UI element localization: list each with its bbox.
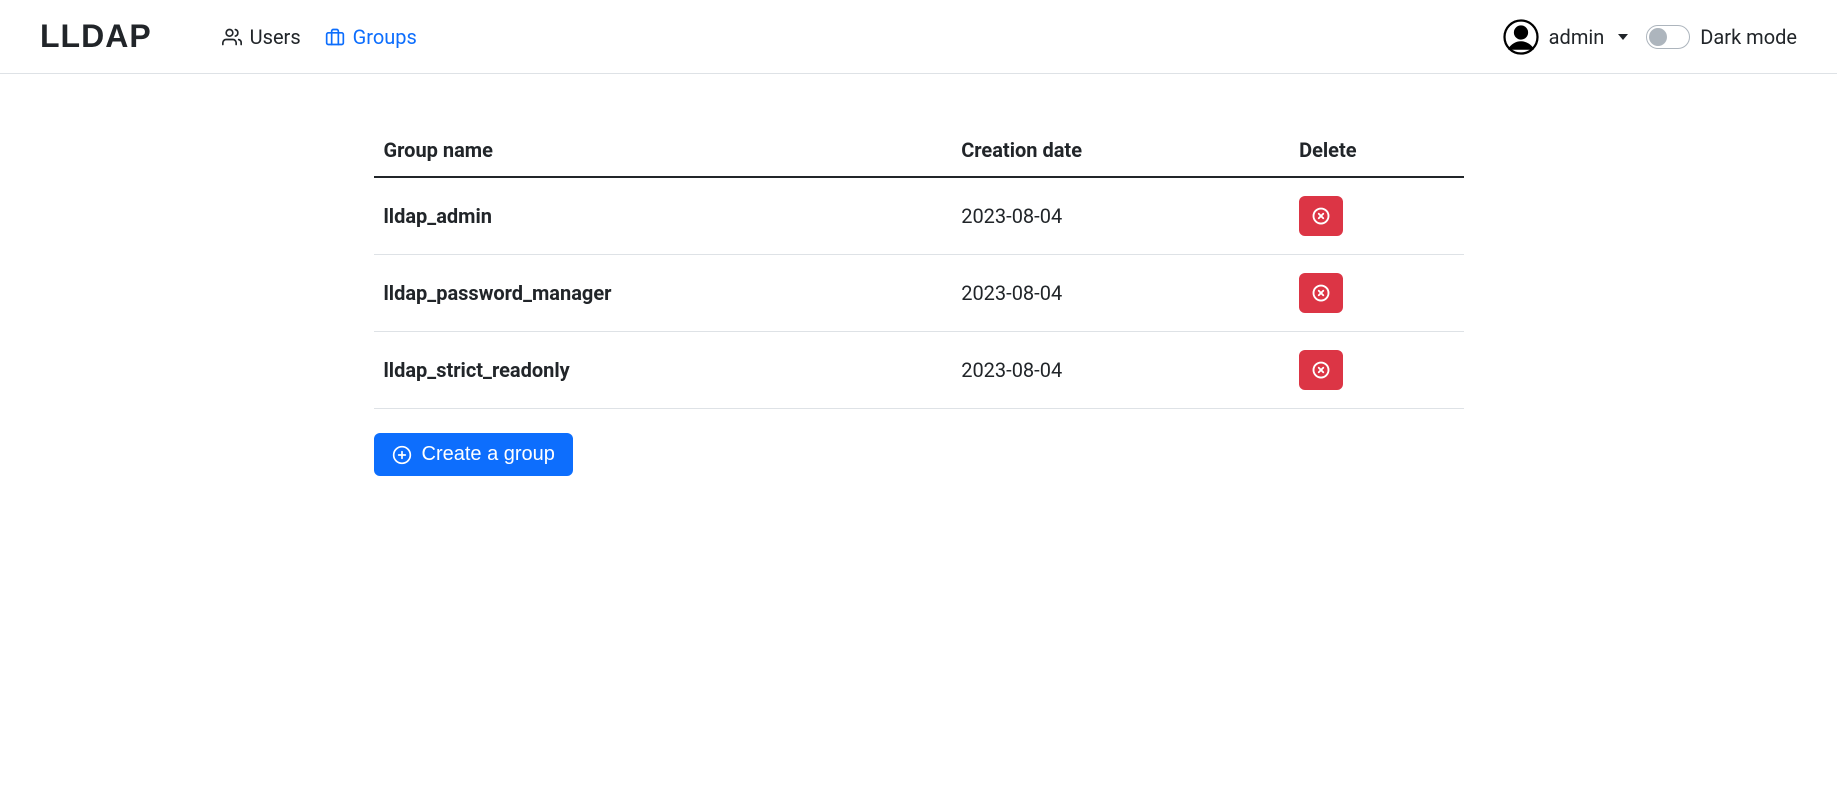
navbar-right: admin Dark mode — [1503, 19, 1797, 55]
col-header-name: Group name — [374, 124, 952, 177]
create-group-button[interactable]: Create a group — [374, 433, 573, 476]
users-icon — [222, 27, 242, 47]
main-container: Group name Creation date Delete lldap_ad… — [354, 124, 1484, 476]
navbar: LLDAP Users Groups admin — [0, 0, 1837, 74]
table-header-row: Group name Creation date Delete — [374, 124, 1464, 177]
table-row: lldap_password_manager2023-08-04 — [374, 255, 1464, 332]
user-dropdown[interactable]: admin — [1503, 19, 1629, 55]
table-row: lldap_strict_readonly2023-08-04 — [374, 332, 1464, 409]
delete-button[interactable] — [1299, 196, 1343, 236]
group-date-cell: 2023-08-04 — [951, 255, 1289, 332]
delete-cell — [1289, 255, 1463, 332]
toggle-knob — [1649, 28, 1667, 46]
chevron-down-icon — [1618, 34, 1628, 40]
delete-button[interactable] — [1299, 350, 1343, 390]
nav-groups[interactable]: Groups — [325, 25, 417, 49]
nav-users[interactable]: Users — [222, 25, 301, 49]
plus-circle-icon — [392, 445, 412, 465]
nav-links: Users Groups — [222, 25, 417, 49]
avatar-icon — [1503, 19, 1539, 55]
col-header-date: Creation date — [951, 124, 1289, 177]
x-circle-icon — [1312, 284, 1330, 302]
create-group-label: Create a group — [422, 443, 555, 466]
group-name-cell[interactable]: lldap_strict_readonly — [374, 332, 952, 409]
user-name: admin — [1549, 25, 1605, 49]
x-circle-icon — [1312, 361, 1330, 379]
brand-logo[interactable]: LLDAP — [40, 18, 152, 55]
nav-groups-label: Groups — [353, 25, 417, 49]
briefcase-icon — [325, 27, 345, 47]
delete-cell — [1289, 332, 1463, 409]
dark-mode-toggle[interactable] — [1646, 25, 1690, 49]
dark-mode-toggle-group: Dark mode — [1646, 25, 1797, 49]
dark-mode-label: Dark mode — [1700, 25, 1797, 49]
delete-button[interactable] — [1299, 273, 1343, 313]
group-name-cell[interactable]: lldap_admin — [374, 177, 952, 255]
group-date-cell: 2023-08-04 — [951, 177, 1289, 255]
delete-cell — [1289, 177, 1463, 255]
table-row: lldap_admin2023-08-04 — [374, 177, 1464, 255]
groups-table: Group name Creation date Delete lldap_ad… — [374, 124, 1464, 409]
group-date-cell: 2023-08-04 — [951, 332, 1289, 409]
nav-users-label: Users — [250, 25, 301, 49]
col-header-delete: Delete — [1289, 124, 1463, 177]
x-circle-icon — [1312, 207, 1330, 225]
group-name-cell[interactable]: lldap_password_manager — [374, 255, 952, 332]
